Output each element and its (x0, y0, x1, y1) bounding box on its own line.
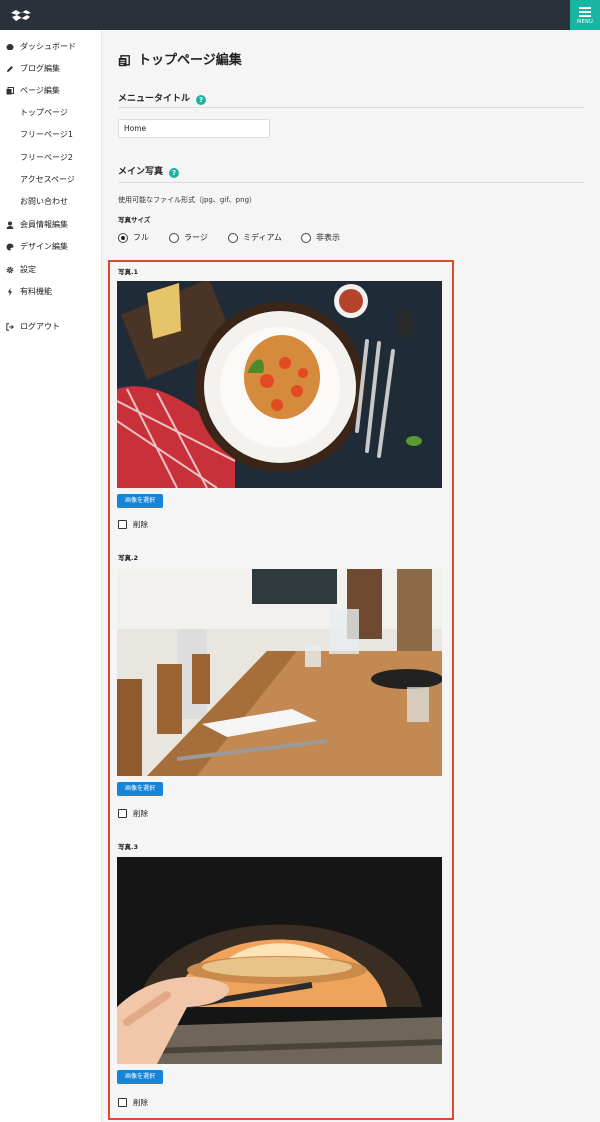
hamburger-icon (579, 7, 591, 17)
photo-3-image (117, 857, 442, 1064)
sidebar-item-label: ページ編集 (20, 86, 60, 95)
help-icon[interactable]: ? (196, 95, 207, 105)
sidebar-item-top-page[interactable]: トップページ (0, 104, 102, 122)
pencil-icon (7, 66, 13, 72)
pages-icon (118, 55, 130, 67)
menu-title-input[interactable] (118, 119, 270, 138)
sidebar-item-label: 設定 (20, 265, 36, 274)
checkbox-box[interactable] (118, 520, 127, 529)
sidebar-item-logout[interactable]: ログアウト (0, 318, 102, 336)
user-icon (6, 221, 14, 229)
main-photo-heading: メイン写真? (118, 164, 180, 178)
photo-1-label: 写真.1 (118, 268, 138, 276)
sidebar-item-paid-features[interactable]: 有料機能 (0, 283, 102, 301)
radio-button[interactable] (301, 233, 311, 243)
sidebar-item-dashboard[interactable]: ダッシュボード (0, 38, 102, 56)
sidebar-item-label: 会員情報編集 (20, 220, 68, 229)
sidebar-item-access-page[interactable]: アクセスページ (0, 171, 102, 189)
sidebar-item-member-info[interactable]: 会員情報編集 (0, 216, 102, 234)
logout-icon (6, 323, 14, 331)
sidebar-item-label: ダッシュボード (20, 42, 76, 51)
menu-button-label: MENU (576, 19, 594, 25)
sidebar-item-label: お問い合わせ (20, 197, 68, 206)
sidebar-item-label: ログアウト (20, 322, 60, 331)
sidebar-item-label: デザイン編集 (20, 242, 68, 251)
radio-button[interactable] (169, 233, 179, 243)
sidebar: ダッシュボード ブログ編集 ページ編集 トップページ フリーページ1 フリーペー… (0, 30, 102, 1122)
select-image-button[interactable]: 画像を選択 (117, 494, 163, 508)
top-bar: MENU (0, 0, 600, 30)
sidebar-item-settings[interactable]: 設定 (0, 261, 102, 279)
palette-icon (6, 243, 14, 251)
photo-1-image (117, 281, 442, 488)
bolt-icon (7, 288, 13, 296)
divider (118, 107, 584, 108)
help-icon[interactable]: ? (169, 168, 180, 178)
dashboard-icon (6, 43, 14, 50)
photo-2-label: 写真.2 (118, 554, 138, 562)
sidebar-item-label: フリーページ2 (20, 153, 73, 162)
sidebar-item-page-edit[interactable]: ページ編集 (0, 82, 102, 100)
select-image-button[interactable]: 画像を選択 (117, 1070, 163, 1084)
photo-3-label: 写真.3 (118, 843, 138, 851)
menu-button[interactable]: MENU (570, 0, 600, 30)
sidebar-item-label: 有料機能 (20, 287, 52, 296)
divider (118, 182, 584, 183)
sidebar-item-design-edit[interactable]: デザイン編集 (0, 238, 102, 256)
main-content: トップページ編集 メニュータイトル? メイン写真? 使用可能なファイル形式（jp… (102, 30, 600, 1122)
photo-2-image (117, 569, 442, 776)
checkbox-box[interactable] (118, 1098, 127, 1107)
sidebar-item-label: フリーページ1 (20, 130, 73, 139)
sidebar-item-blog-edit[interactable]: ブログ編集 (0, 60, 102, 78)
site-logo[interactable] (10, 8, 32, 22)
pages-icon (6, 87, 14, 95)
sidebar-item-label: アクセスページ (20, 175, 75, 184)
checkbox-box[interactable] (118, 809, 127, 818)
photo-size-label: 写真サイズ (118, 216, 151, 224)
sidebar-item-label: ブログ編集 (20, 64, 60, 73)
radio-button[interactable] (228, 233, 238, 243)
menu-title-heading: メニュータイトル? (118, 91, 207, 105)
sidebar-item-free-page-1[interactable]: フリーページ1 (0, 126, 102, 144)
select-image-button[interactable]: 画像を選択 (117, 782, 163, 796)
sidebar-item-free-page-2[interactable]: フリーページ2 (0, 149, 102, 167)
file-format-note: 使用可能なファイル形式（jpg、gif、png） (118, 196, 257, 204)
gear-icon (6, 266, 14, 274)
sidebar-item-contact[interactable]: お問い合わせ (0, 193, 102, 211)
sidebar-item-label: トップページ (20, 108, 68, 117)
radio-button-checked[interactable] (118, 233, 128, 243)
